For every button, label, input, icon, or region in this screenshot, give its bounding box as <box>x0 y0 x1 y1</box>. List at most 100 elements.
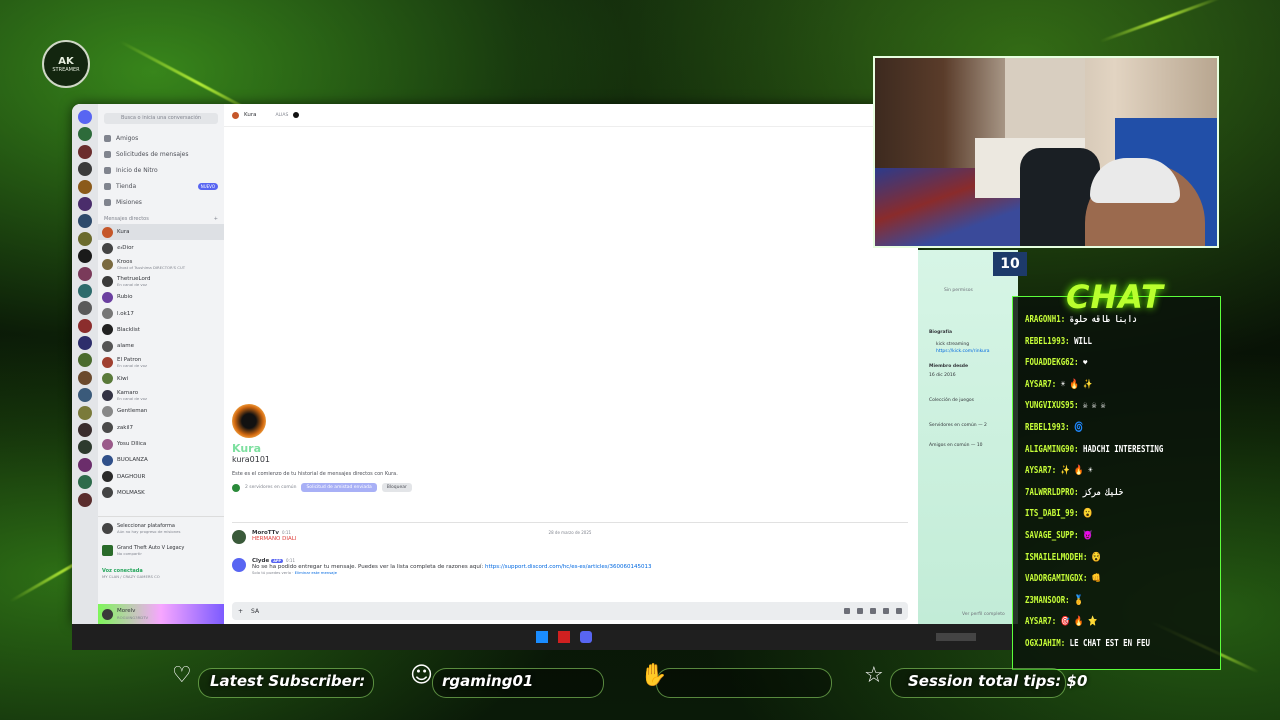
friend-request-button[interactable]: Solicitud de amistad enviada <box>301 483 377 492</box>
server-icon[interactable] <box>78 214 92 229</box>
avatar <box>102 422 113 434</box>
gift-icon[interactable] <box>844 608 850 614</box>
server-icon[interactable] <box>78 353 92 368</box>
chat-username: Z3MANSOOR: <box>1025 594 1070 606</box>
bio-link[interactable]: https://kick.com/rinkura <box>936 349 990 354</box>
nav-item-4[interactable]: Misiones <box>98 194 224 210</box>
platform-title[interactable]: Seleccionar plataforma <box>117 523 180 529</box>
dm-item[interactable]: Kroos Ghost of Tsushima DIRECTOR'S CUT <box>98 257 224 273</box>
search-input[interactable]: Busca o inicia una conversación <box>104 113 218 124</box>
server-icon[interactable] <box>78 457 92 472</box>
dm-item[interactable]: Blacklist <box>98 322 224 338</box>
server-icon[interactable] <box>78 231 92 246</box>
add-dm-button[interactable]: + <box>214 216 218 222</box>
server-icon[interactable] <box>78 283 92 298</box>
avatar <box>102 242 113 254</box>
dm-name: BUOLANZA <box>117 457 148 464</box>
dm-status: Ghost of Tsushima DIRECTOR'S CUT <box>117 265 186 271</box>
mutual-servers[interactable]: Servidores en común — 2 <box>929 423 987 428</box>
date-separator-label: 28 de marzo de 2025 <box>544 530 596 535</box>
emoji-icon[interactable] <box>883 608 889 614</box>
dm-item[interactable]: zakil7 <box>98 420 224 436</box>
server-icon[interactable] <box>78 162 92 177</box>
server-icon[interactable] <box>78 405 92 420</box>
gif-icon[interactable] <box>857 608 863 614</box>
dm-item[interactable]: Yosu Dllica <box>98 436 224 452</box>
voice-channel[interactable]: MY CLAN / CRAZY GAMERS CO <box>102 574 220 579</box>
server-icon[interactable] <box>78 492 92 507</box>
server-icon[interactable] <box>78 301 92 316</box>
server-icon[interactable] <box>78 475 92 490</box>
logo-subtext: STREAMER <box>52 66 80 73</box>
dm-item[interactable]: Kamaro En canal de voz <box>98 387 224 403</box>
server-icon[interactable] <box>78 249 92 264</box>
quest-panel: Seleccionar plataforma Aún no hay progre… <box>98 516 224 561</box>
nav-item-0[interactable]: Amigos <box>98 130 224 146</box>
add-attachment-icon[interactable]: + <box>238 608 243 615</box>
score-badge: 10 <box>993 252 1027 276</box>
sticker-icon[interactable] <box>870 608 876 614</box>
server-icon[interactable] <box>78 370 92 385</box>
server-icon[interactable] <box>78 388 92 403</box>
dm-item[interactable]: MOLMASK <box>98 485 224 501</box>
chat-text: 😵 <box>1091 551 1102 563</box>
chat-message: AYSAR7: 🎯 🔥 ⭐ <box>1025 616 1097 627</box>
dm-item[interactable]: ThetrueLord En canal de voz <box>98 273 224 289</box>
message-input-text[interactable]: SA <box>251 608 259 615</box>
chat-title: CHAT <box>1066 278 1164 316</box>
system-tray[interactable] <box>936 633 976 641</box>
mutual-friends[interactable]: Amigos en común — 10 <box>929 443 983 448</box>
dm-item[interactable]: alame <box>98 338 224 354</box>
server-icon[interactable] <box>78 423 92 438</box>
avatar[interactable] <box>232 530 246 544</box>
server-icon[interactable] <box>78 144 92 159</box>
dm-item[interactable]: Gentleman <box>98 403 224 419</box>
apps-icon[interactable] <box>896 608 902 614</box>
message-input[interactable]: + SA <box>232 602 908 620</box>
dm-item[interactable]: l.ok17 <box>98 305 224 321</box>
dm-item[interactable]: BUOLANZA <box>98 452 224 468</box>
chat-username: ISMAILELMODEH: <box>1025 551 1088 563</box>
dismiss-message-link[interactable]: Eliminar este mensaje <box>295 570 337 575</box>
session-tips: Session total tips: $0 <box>908 672 1088 690</box>
dm-item[interactable]: Kura <box>98 224 224 241</box>
nav-item-1[interactable]: Solicitudes de mensajes <box>98 146 224 162</box>
server-icon[interactable] <box>78 266 92 281</box>
games-collection[interactable]: Colección de juegos <box>929 398 974 403</box>
support-link[interactable]: https://support.discord.com/hc/es-es/art… <box>485 564 652 570</box>
server-icon[interactable] <box>78 336 92 351</box>
mutual-servers-link[interactable]: 2 servidores en común <box>245 485 296 490</box>
game-sub[interactable]: No compartir <box>117 551 184 556</box>
server-icon[interactable] <box>78 318 92 333</box>
windows-start-icon[interactable] <box>536 631 548 643</box>
server-icon[interactable] <box>78 179 92 194</box>
server-icon[interactable] <box>78 196 92 211</box>
dm-item[interactable]: ꫀ𝓇Dior <box>98 240 224 256</box>
chat-text: 👊 <box>1091 573 1102 585</box>
nav-item-2[interactable]: Inicio de Nitro <box>98 162 224 178</box>
block-button[interactable]: Bloquear <box>381 483 412 492</box>
dm-item[interactable]: DAGHOUR <box>98 468 224 484</box>
dm-item[interactable]: Rubio <box>98 289 224 305</box>
platform-sub: Aún no hay progreso de misiones <box>117 528 181 534</box>
chat-username: ALIGAMING90: <box>1025 443 1079 455</box>
dm-name: Kiwi <box>117 375 129 382</box>
server-icon[interactable] <box>78 440 92 455</box>
message-time: 0:11 <box>281 530 291 535</box>
avatar[interactable] <box>102 608 113 620</box>
logo-text: AK <box>58 55 74 67</box>
server-icon[interactable] <box>78 127 92 142</box>
nav-item-3[interactable]: Tienda NUEVO <box>98 178 224 194</box>
user-icon: ☺ <box>410 663 433 688</box>
chat-username: ARAGONH1: <box>1025 314 1066 325</box>
chat-message: ITS_DABI_99: 😮 <box>1025 508 1092 519</box>
dm-item[interactable]: El Patron En canal de voz <box>98 354 224 370</box>
shop-icon <box>104 182 111 190</box>
view-full-profile-link[interactable]: Ver perfil completo <box>962 612 1005 617</box>
app-icon[interactable] <box>558 631 570 643</box>
profile-avatar[interactable] <box>232 404 266 438</box>
dm-item[interactable]: Kiwi <box>98 371 224 387</box>
discord-app-icon[interactable] <box>580 631 592 643</box>
avatar[interactable] <box>232 558 246 572</box>
discord-home-icon[interactable] <box>78 110 92 124</box>
